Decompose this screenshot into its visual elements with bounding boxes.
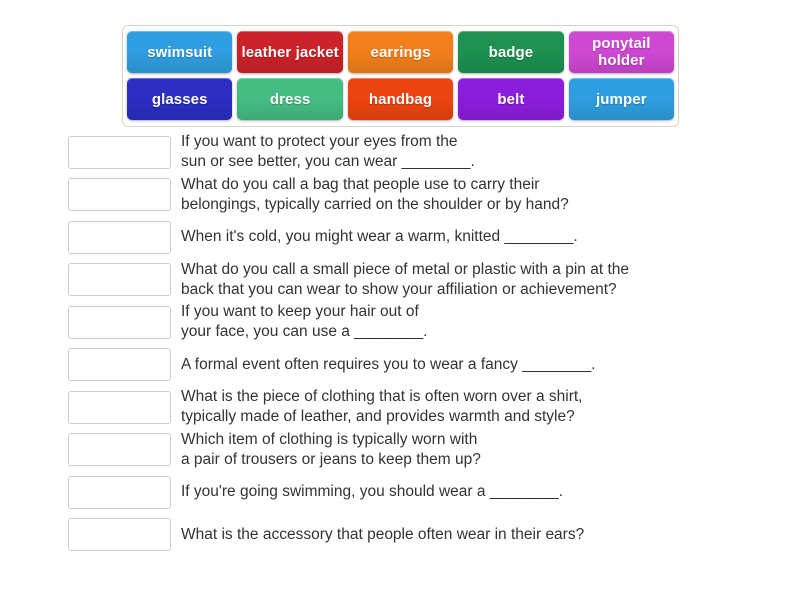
answer-drop-zone-6[interactable] — [68, 348, 171, 382]
answer-drop-zone-7[interactable] — [68, 390, 171, 424]
question-row: When it's cold, you might wear a warm, k… — [0, 216, 800, 259]
question-text-6: A formal event often requires you to wea… — [181, 355, 596, 373]
question-text-3: When it's cold, you might wear a warm, k… — [181, 228, 578, 246]
word-tile-dress[interactable]: dress — [237, 78, 342, 120]
question-text-9: If you're going swimming, you should wea… — [181, 483, 564, 501]
answer-drop-zone-5[interactable] — [68, 305, 171, 339]
answer-drop-zone-3[interactable] — [68, 220, 171, 254]
question-text-5: If you want to keep your hair out of you… — [181, 303, 428, 341]
question-text-7: What is the piece of clothing that is of… — [181, 388, 583, 426]
question-row: What is the accessory that people often … — [0, 514, 800, 557]
word-tile-glasses[interactable]: glasses — [127, 78, 232, 120]
word-bank: swimsuit leather jacket earrings badge p… — [122, 25, 679, 127]
question-text-4: What do you call a small piece of metal … — [181, 260, 629, 298]
question-row: What do you call a bag that people use t… — [0, 174, 800, 217]
word-tile-swimsuit[interactable]: swimsuit — [127, 31, 232, 73]
question-row: What is the piece of clothing that is of… — [0, 386, 800, 429]
question-row: If you're going swimming, you should wea… — [0, 471, 800, 514]
answer-drop-zone-1[interactable] — [68, 135, 171, 169]
answer-drop-zone-8[interactable] — [68, 433, 171, 467]
word-tile-badge[interactable]: badge — [458, 31, 563, 73]
word-bank-row-2: glasses dress handbag belt jumper — [127, 78, 674, 120]
question-text-10: What is the accessory that people often … — [181, 525, 585, 543]
answer-drop-zone-9[interactable] — [68, 475, 171, 509]
word-bank-row-1: swimsuit leather jacket earrings badge p… — [127, 31, 674, 73]
word-tile-jumper[interactable]: jumper — [569, 78, 674, 120]
word-tile-earrings[interactable]: earrings — [348, 31, 453, 73]
question-row: A formal event often requires you to wea… — [0, 344, 800, 387]
word-tile-handbag[interactable]: handbag — [348, 78, 453, 120]
word-tile-belt[interactable]: belt — [458, 78, 563, 120]
question-text-2: What do you call a bag that people use t… — [181, 175, 569, 213]
question-row: If you want to protect your eyes from th… — [0, 131, 800, 174]
question-row: Which item of clothing is typically worn… — [0, 429, 800, 472]
word-tile-leather-jacket[interactable]: leather jacket — [237, 31, 342, 73]
question-row: If you want to keep your hair out of you… — [0, 301, 800, 344]
answer-drop-zone-4[interactable] — [68, 263, 171, 297]
answer-drop-zone-2[interactable] — [68, 178, 171, 212]
question-row: What do you call a small piece of metal … — [0, 259, 800, 302]
question-text-8: Which item of clothing is typically worn… — [181, 430, 481, 468]
word-tile-ponytail-holder[interactable]: ponytail holder — [569, 31, 674, 73]
question-list: If you want to protect your eyes from th… — [0, 131, 800, 556]
answer-drop-zone-10[interactable] — [68, 518, 171, 552]
question-text-1: If you want to protect your eyes from th… — [181, 133, 475, 171]
